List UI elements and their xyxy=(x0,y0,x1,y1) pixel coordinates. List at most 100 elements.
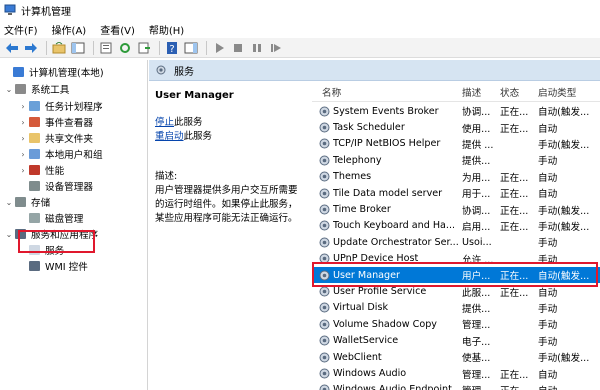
service-status: 正在... xyxy=(500,287,529,299)
expand-arrow-icon[interactable]: › xyxy=(18,166,28,175)
tree-item-label: 磁盘管理 xyxy=(45,214,84,225)
tree-item[interactable]: › 任务计划程序 xyxy=(18,98,103,114)
restart-service-icon[interactable] xyxy=(268,40,284,56)
service-name: TCP/IP NetBIOS Helper xyxy=(333,138,441,150)
service-startup-type: 手动(触发... xyxy=(538,139,590,151)
service-row[interactable]: Time Broker 协调... 正在... 手动(触发... xyxy=(312,201,600,217)
service-row[interactable]: UPnP Device Host 允许 ... 手动 xyxy=(312,251,600,267)
collapse-arrow-icon[interactable]: ⌄ xyxy=(4,85,14,94)
service-description: 允许 ... xyxy=(462,254,494,266)
tree-item[interactable]: 服务 xyxy=(18,242,64,258)
tree-item[interactable]: ⌄ 系统工具 xyxy=(4,81,69,97)
service-description: 启用... xyxy=(462,221,491,233)
service-startup-type: 手动 xyxy=(538,336,558,348)
service-row[interactable]: Update Orchestrator Ser... Usoi... 手动 xyxy=(312,234,600,250)
wmi-icon xyxy=(29,261,40,271)
service-row[interactable]: Task Scheduler 使用... 正在... 自动 xyxy=(312,119,600,135)
service-row[interactable]: Touch Keyboard and Ha... 启用... 正在... 手动(触发.… xyxy=(312,218,600,234)
service-startup-type: 手动 xyxy=(538,156,558,168)
pause-service-icon[interactable] xyxy=(249,40,265,56)
help-icon[interactable]: ? xyxy=(164,40,180,56)
service-gear-icon xyxy=(319,270,330,281)
list-header: 名称 描述 状态 启动类型 xyxy=(312,82,600,102)
service-row[interactable]: WalletService 电子... 手动 xyxy=(312,333,600,349)
start-service-icon[interactable] xyxy=(211,40,227,56)
service-row[interactable]: Windows Audio 管理... 正在... 自动 xyxy=(312,365,600,381)
tree-item[interactable]: › 性能 xyxy=(18,162,64,178)
service-row[interactable]: Telephony 提供... 手动 xyxy=(312,152,600,168)
service-status: 正在... xyxy=(500,172,529,184)
services-icon xyxy=(29,245,40,255)
export-list-icon[interactable] xyxy=(136,40,152,56)
tree-item[interactable]: 磁盘管理 xyxy=(18,210,83,226)
service-gear-icon xyxy=(319,138,330,149)
show-hide-console-tree-icon[interactable] xyxy=(70,40,86,56)
service-row[interactable]: System Events Broker 协调... 正在... 自动(触发... xyxy=(312,103,600,119)
storage-icon xyxy=(15,197,26,207)
tree-item[interactable]: WMI 控件 xyxy=(18,258,88,274)
service-description: 协调... xyxy=(462,107,491,119)
service-description: 提供... xyxy=(462,303,491,315)
expand-arrow-icon[interactable]: › xyxy=(18,102,28,111)
collapse-arrow-icon[interactable]: ⌄ xyxy=(4,198,14,207)
stop-service-icon[interactable] xyxy=(230,40,246,56)
column-header-name[interactable]: 名称 xyxy=(322,85,341,99)
expand-arrow-icon[interactable]: › xyxy=(18,150,28,159)
service-startup-type: 手动 xyxy=(538,303,558,315)
service-description: 提供... xyxy=(462,156,491,168)
service-gear-icon xyxy=(319,204,330,215)
service-row[interactable]: Virtual Disk 提供... 手动 xyxy=(312,300,600,316)
show-action-pane-icon[interactable] xyxy=(183,40,199,56)
service-description: 用户... xyxy=(462,271,491,283)
tree-item[interactable]: ⌄ 服务和应用程序 xyxy=(4,226,98,242)
tree-item[interactable]: 计算机管理(本地) xyxy=(2,64,104,80)
forward-icon[interactable] xyxy=(23,40,39,56)
service-row[interactable]: Themes 为用... 正在... 自动 xyxy=(312,169,600,185)
column-header-status[interactable]: 状态 xyxy=(500,85,519,99)
refresh-icon[interactable] xyxy=(117,40,133,56)
users-icon xyxy=(29,149,40,159)
tools-icon xyxy=(15,84,26,94)
service-row-selected[interactable]: User Manager 用户... 正在... 自动(触发... xyxy=(312,267,600,284)
service-row[interactable]: Windows Audio Endpoint... 管理...正在...自动 xyxy=(312,382,600,390)
service-startup-type: 自动 xyxy=(538,383,598,390)
column-header-description[interactable]: 描述 xyxy=(462,85,481,99)
service-row[interactable]: Tile Data model server 用于... 正在... 自动 xyxy=(312,185,600,201)
restart-service-link[interactable]: 重启动 xyxy=(155,131,184,142)
tree-item[interactable]: › 本地用户和组 xyxy=(18,146,103,162)
back-icon[interactable] xyxy=(4,40,20,56)
tree-item[interactable]: › 事件查看器 xyxy=(18,114,93,130)
restart-service-line: 重启动此服务 xyxy=(155,130,304,144)
disk-icon xyxy=(29,213,40,223)
tree-item-label: 系统工具 xyxy=(31,85,70,96)
service-row[interactable]: Volume Shadow Copy 管理... 手动 xyxy=(312,316,600,332)
collapse-arrow-icon[interactable]: ⌄ xyxy=(4,230,14,239)
service-name: Touch Keyboard and Ha... xyxy=(333,220,456,232)
up-folder-icon[interactable] xyxy=(51,40,67,56)
service-row[interactable]: TCP/IP NetBIOS Helper 提供 ... 手动(触发... xyxy=(312,136,600,152)
service-gear-icon xyxy=(319,188,330,199)
service-description: 使用... xyxy=(462,123,491,135)
service-row[interactable]: User Profile Service 此服... 正在... 自动 xyxy=(312,283,600,299)
expand-arrow-icon[interactable]: › xyxy=(18,118,28,127)
menu-view[interactable]: 查看(V) xyxy=(100,22,135,37)
tree-item-label: 服务和应用程序 xyxy=(31,230,99,241)
service-name: Tile Data model server xyxy=(333,187,443,199)
tree-item[interactable]: › 共享文件夹 xyxy=(18,130,93,146)
tree-item[interactable]: ⌄ 存储 xyxy=(4,194,50,210)
service-startup-type: 手动 xyxy=(538,238,558,250)
stop-service-link[interactable]: 停止 xyxy=(155,117,174,128)
expand-arrow-icon[interactable]: › xyxy=(18,134,28,143)
services-list: 名称 描述 状态 启动类型 System Events Broker 协调... 正… xyxy=(312,82,600,390)
service-row[interactable]: WebClient 使基... 手动(触发... xyxy=(312,349,600,365)
menu-action[interactable]: 操作(A) xyxy=(52,22,87,37)
service-startup-type: 自动 xyxy=(538,369,558,381)
menu-file[interactable]: 文件(F) xyxy=(4,22,38,37)
properties-icon[interactable] xyxy=(98,40,114,56)
service-name: UPnP Device Host xyxy=(333,253,419,265)
tree-item-label: 本地用户和组 xyxy=(45,150,103,161)
menu-help[interactable]: 帮助(H) xyxy=(149,22,184,37)
service-status: 正在... xyxy=(500,369,529,381)
column-header-startup-type[interactable]: 启动类型 xyxy=(538,85,576,99)
tree-item[interactable]: 设备管理器 xyxy=(18,178,93,194)
